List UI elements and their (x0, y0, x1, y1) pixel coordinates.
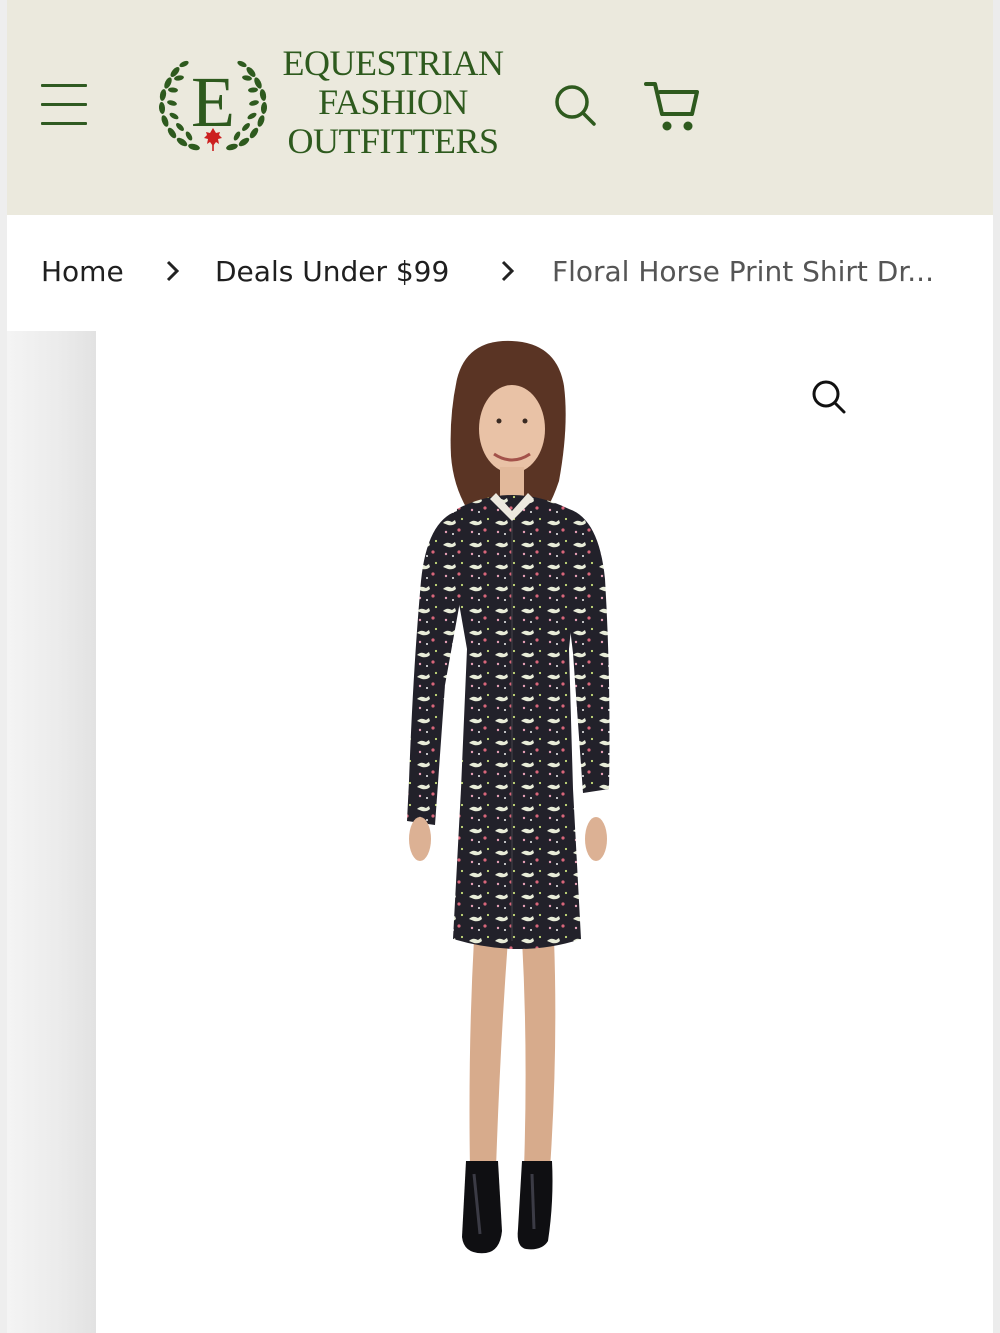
zoom-icon[interactable] (811, 379, 847, 415)
cart-icon[interactable] (643, 78, 701, 136)
product-image-gallery[interactable] (7, 331, 993, 1333)
search-icon[interactable] (552, 82, 598, 128)
page-edge-left (0, 0, 7, 1333)
site-header: E EQUESTRIAN FASHION OUTFITTERS (7, 0, 993, 215)
laurel-wreath-logo-icon: E (158, 60, 268, 151)
brand-name: EQUESTRIAN FASHION OUTFITTERS (271, 44, 515, 161)
brand-name-line-1: EQUESTRIAN (282, 43, 504, 83)
brand-name-line-3: OUTFITTERS (287, 121, 500, 161)
chevron-right-icon (501, 260, 515, 282)
previous-image-peek[interactable] (7, 331, 96, 1333)
brand-name-line-2: FASHION (318, 82, 468, 122)
breadcrumb-deals-link[interactable]: Deals Under $99 (215, 255, 449, 288)
chevron-right-icon (166, 260, 180, 282)
svg-text:E: E (191, 62, 235, 142)
breadcrumb-current-page: Floral Horse Print Shirt Dr... (552, 255, 934, 288)
breadcrumb: Home Deals Under $99 Floral Horse Print … (7, 215, 993, 331)
product-photo[interactable] (362, 339, 662, 1311)
hamburger-menu-icon[interactable] (41, 84, 89, 126)
page-edge-right (993, 0, 1000, 1333)
brand-logo[interactable]: E EQUESTRIAN FASHION OUTFITTERS (155, 40, 515, 170)
breadcrumb-home-link[interactable]: Home (41, 255, 124, 288)
